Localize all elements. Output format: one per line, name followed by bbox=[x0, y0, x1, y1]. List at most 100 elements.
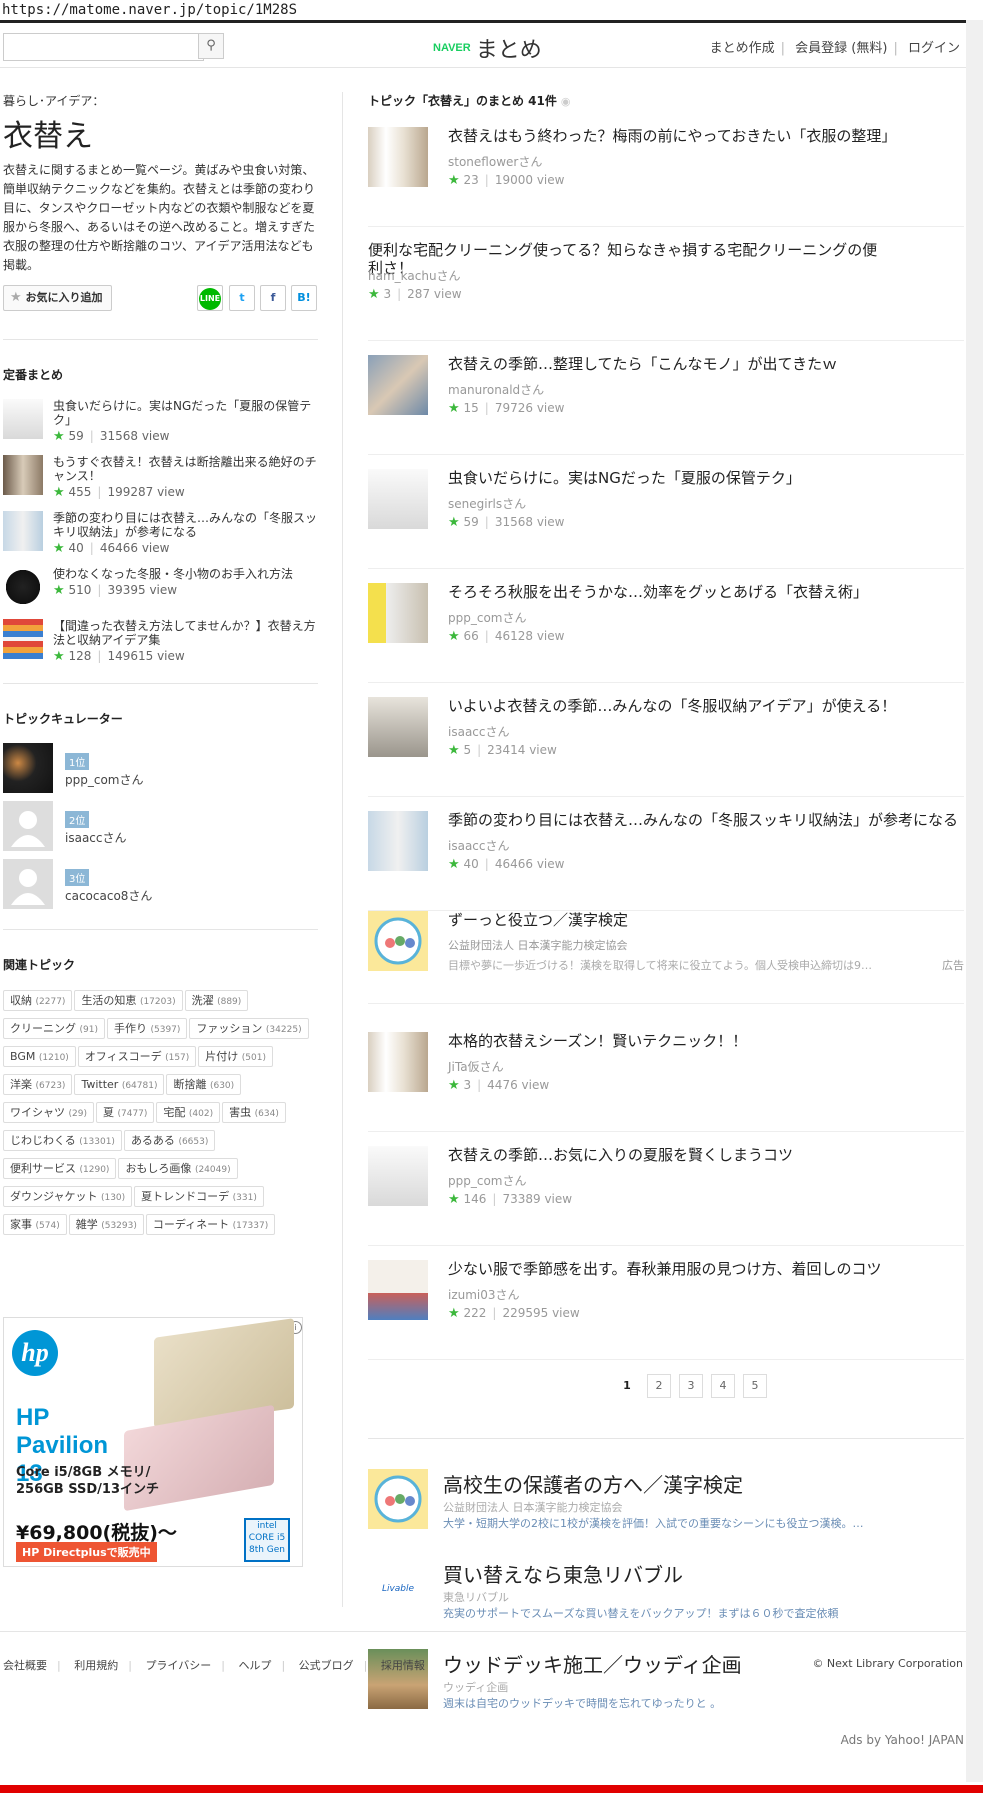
footer-link-about[interactable]: 会社概要 bbox=[3, 1659, 57, 1672]
matome-item[interactable]: 季節の変わり目には衣替え…みんなの「冬服スッキリ収納法」が参考になる isaacc… bbox=[368, 811, 964, 911]
avatar[interactable] bbox=[3, 859, 53, 909]
tag-chip[interactable]: あるある (6653) bbox=[123, 1130, 216, 1151]
list-item[interactable]: 季節の変わり目には衣替え…みんなの「冬服スッキリ収納法」が参考になる ★ 40 |… bbox=[3, 511, 318, 567]
item-author[interactable]: izumi03さん bbox=[448, 1286, 520, 1303]
item-author[interactable]: ppp_comさん bbox=[448, 1172, 526, 1189]
curator-name[interactable]: isaaccさん bbox=[65, 829, 127, 846]
tag-chip[interactable]: 家事 (574) bbox=[3, 1214, 67, 1235]
matome-item[interactable]: いよいよ衣替えの季節…みんなの「冬服収納アイデア」が使える！ isaaccさん ★ … bbox=[368, 697, 964, 797]
tag-chip[interactable]: ワイシャツ (29) bbox=[3, 1102, 94, 1123]
item-title[interactable]: 本格的衣替えシーズン！賢いテクニック！！ bbox=[448, 1032, 968, 1050]
item-title[interactable]: 虫食いだらけに。実はNGだった「夏服の保管テク」 bbox=[53, 399, 318, 427]
item-author[interactable]: JiTa仮さん bbox=[448, 1058, 504, 1075]
tag-chip[interactable]: 夏 (7477) bbox=[95, 1102, 155, 1123]
tag-chip[interactable]: 雑学 (53293) bbox=[68, 1214, 144, 1235]
tag-chip[interactable]: オフィスコーデ (157) bbox=[77, 1046, 197, 1067]
item-title[interactable]: そろそろ秋服を出そうかな…効率をグッとあげる「衣替え術」 bbox=[448, 583, 968, 601]
footer-link-blog[interactable]: 公式ブログ bbox=[289, 1659, 364, 1672]
page-2[interactable]: 2 bbox=[647, 1374, 671, 1398]
page-4[interactable]: 4 bbox=[711, 1374, 735, 1398]
ad-cta[interactable]: HP Directplusで販売中 bbox=[16, 1542, 157, 1562]
thumbnail[interactable] bbox=[3, 399, 43, 439]
list-item[interactable]: もうすぐ衣替え！衣替えは断捨離出来る絶好のチャンス！ ★ 455 | 199287 … bbox=[3, 455, 318, 511]
tag-chip[interactable]: ダウンジャケット (130) bbox=[3, 1186, 133, 1207]
tag-chip[interactable]: Twitter (64781) bbox=[74, 1074, 165, 1095]
login-link[interactable]: ログイン bbox=[902, 41, 966, 56]
topic-category[interactable]: 暮らし･アイデア： bbox=[3, 92, 318, 109]
search-button[interactable]: ⚲ bbox=[198, 33, 224, 59]
thumbnail[interactable] bbox=[3, 455, 43, 495]
item-title[interactable]: 【間違った衣替え方法してませんか？】衣替え方法と収納アイデア集 bbox=[53, 619, 318, 647]
matome-item[interactable]: 衣替えの季節…整理してたら「こんなモノ」が出てきたｗ manuronaldさん ★ … bbox=[368, 355, 964, 455]
list-item[interactable]: 【間違った衣替え方法してませんか？】衣替え方法と収納アイデア集 ★ 128 | 14… bbox=[3, 619, 318, 675]
thumbnail[interactable] bbox=[368, 127, 428, 187]
page-5[interactable]: 5 bbox=[743, 1374, 767, 1398]
share-facebook-button[interactable]: f bbox=[260, 285, 286, 311]
tag-chip[interactable]: 洗濯 (889) bbox=[184, 990, 249, 1011]
item-author[interactable]: isaaccさん bbox=[448, 723, 510, 740]
item-title[interactable]: 衣替えはもう終わった？梅雨の前にやっておきたい「衣服の整理」 bbox=[448, 127, 968, 145]
tag-chip[interactable]: おもしろ画像 (24049) bbox=[118, 1158, 238, 1179]
curator-item[interactable]: 3位 cacocaco8さん bbox=[3, 859, 318, 917]
thumbnail[interactable] bbox=[3, 619, 43, 659]
page-3[interactable]: 3 bbox=[679, 1374, 703, 1398]
item-title[interactable]: 衣替えの季節…お気に入りの夏服を賢くしまうコツ bbox=[448, 1146, 968, 1164]
curator-item[interactable]: 1位 ppp_comさん bbox=[3, 743, 318, 801]
matome-item[interactable]: 衣替えはもう終わった？梅雨の前にやっておきたい「衣服の整理」 stoneflowe… bbox=[368, 127, 964, 227]
promo-title[interactable]: 買い替えなら東急リバブル bbox=[443, 1559, 683, 1588]
item-title[interactable]: 虫食いだらけに。実はNGだった「夏服の保管テク」 bbox=[448, 469, 968, 487]
thumbnail[interactable] bbox=[368, 697, 428, 757]
ad-title[interactable]: ずーっと役立つ／漢字検定 bbox=[448, 911, 968, 929]
footer-link-privacy[interactable]: プライバシー bbox=[135, 1659, 221, 1672]
item-author[interactable]: stoneflowerさん bbox=[448, 153, 542, 170]
tag-chip[interactable]: 手作り (5397) bbox=[106, 1018, 188, 1039]
item-title[interactable]: 使わなくなった冬服・冬小物のお手入れ方法 bbox=[53, 567, 318, 581]
item-title[interactable]: いよいよ衣替えの季節…みんなの「冬服収納アイデア」が使える！ bbox=[448, 697, 968, 715]
thumbnail[interactable] bbox=[368, 1146, 428, 1206]
tag-chip[interactable]: クリーニング (91) bbox=[3, 1018, 105, 1039]
tag-chip[interactable]: 断捨離 (630) bbox=[166, 1074, 242, 1095]
thumbnail[interactable] bbox=[368, 1469, 428, 1529]
tag-chip[interactable]: 収納 (2277) bbox=[3, 990, 73, 1011]
promo-desc[interactable]: 大学・短期大学の2校に1校が漢検を評価！入試での重要なシーンにも役立つ漢検。… bbox=[443, 1515, 963, 1531]
site-logo[interactable]: NAVER まとめ bbox=[433, 32, 542, 64]
share-line-button[interactable]: LINE bbox=[197, 285, 223, 311]
item-title[interactable]: 季節の変わり目には衣替え…みんなの「冬服スッキリ収納法」が参考になる bbox=[448, 811, 968, 829]
curator-name[interactable]: cacocaco8さん bbox=[65, 887, 152, 904]
tag-chip[interactable]: 片付け (501) bbox=[198, 1046, 273, 1067]
tag-chip[interactable]: コーディネート (17337) bbox=[145, 1214, 276, 1235]
thumbnail[interactable] bbox=[368, 469, 428, 529]
matome-item[interactable]: 虫食いだらけに。実はNGだった「夏服の保管テク」 senegirlsさん ★ 59 |… bbox=[368, 469, 964, 569]
tag-chip[interactable]: 洋楽 (6723) bbox=[3, 1074, 73, 1095]
list-item[interactable]: 使わなくなった冬服・冬小物のお手入れ方法 ★ 510 | 39395 view bbox=[3, 567, 318, 619]
matome-item[interactable]: そろそろ秋服を出そうかな…効率をグッとあげる「衣替え術」 ppp_comさん ★ 6… bbox=[368, 583, 964, 683]
hp-ad-banner[interactable]: i hp HP Pavilion 13 Core i5/8GB メモリ/256G… bbox=[3, 1317, 303, 1567]
footer-link-help[interactable]: ヘルプ bbox=[228, 1659, 281, 1672]
item-author[interactable]: ppp_comさん bbox=[448, 609, 526, 626]
curator-name[interactable]: ppp_comさん bbox=[65, 771, 143, 788]
footer-link-jobs[interactable]: 採用情報 bbox=[371, 1659, 435, 1672]
item-title[interactable]: 季節の変わり目には衣替え…みんなの「冬服スッキリ収納法」が参考になる bbox=[53, 511, 318, 539]
matome-item[interactable]: 少ない服で季節感を出す。春秋兼用服の見つけ方、着回しのコツ izumi03さん ★ … bbox=[368, 1260, 964, 1360]
avatar[interactable] bbox=[3, 743, 53, 793]
footer-link-terms[interactable]: 利用規約 bbox=[64, 1659, 128, 1672]
scrollbar[interactable] bbox=[966, 20, 983, 1782]
share-hatena-button[interactable]: B! bbox=[291, 285, 317, 311]
register-link[interactable]: 会員登録 (無料) bbox=[789, 41, 893, 56]
livable-logo-icon[interactable]: Livable bbox=[368, 1559, 428, 1619]
thumbnail[interactable] bbox=[368, 1260, 428, 1320]
rss-icon[interactable]: ◉ bbox=[557, 95, 571, 108]
inline-ad[interactable]: ずーっと役立つ／漢字検定 公益財団法人 日本漢字能力検定協会 目標や夢に一歩近づ… bbox=[368, 911, 964, 1004]
item-author[interactable]: ham_kachuさん bbox=[368, 267, 461, 284]
tag-chip[interactable]: 便利サービス (1290) bbox=[3, 1158, 117, 1179]
matome-item[interactable]: 本格的衣替えシーズン！賢いテクニック！！ JiTa仮さん ★ 3 | 4476 view bbox=[368, 1032, 964, 1132]
item-title[interactable]: 少ない服で季節感を出す。春秋兼用服の見つけ方、着回しのコツ bbox=[448, 1260, 968, 1278]
tag-chip[interactable]: 夏トレンドコーデ (331) bbox=[134, 1186, 264, 1207]
address-bar[interactable]: https://matome.naver.jp/topic/1M28S bbox=[0, 0, 983, 20]
item-title[interactable]: もうすぐ衣替え！衣替えは断捨離出来る絶好のチャンス！ bbox=[53, 455, 318, 483]
promo-ad[interactable]: 高校生の保護者の方へ／漢字検定 公益財団法人 日本漢字能力検定協会 大学・短期大… bbox=[368, 1469, 964, 1559]
tag-chip[interactable]: 宅配 (402) bbox=[156, 1102, 221, 1123]
promo-title[interactable]: 高校生の保護者の方へ／漢字検定 bbox=[443, 1469, 743, 1498]
promo-desc[interactable]: 週末は自宅のウッドデッキで時間を忘れてゆったりと 。 bbox=[443, 1695, 963, 1711]
tag-chip[interactable]: じわじわくる (13301) bbox=[3, 1130, 122, 1151]
